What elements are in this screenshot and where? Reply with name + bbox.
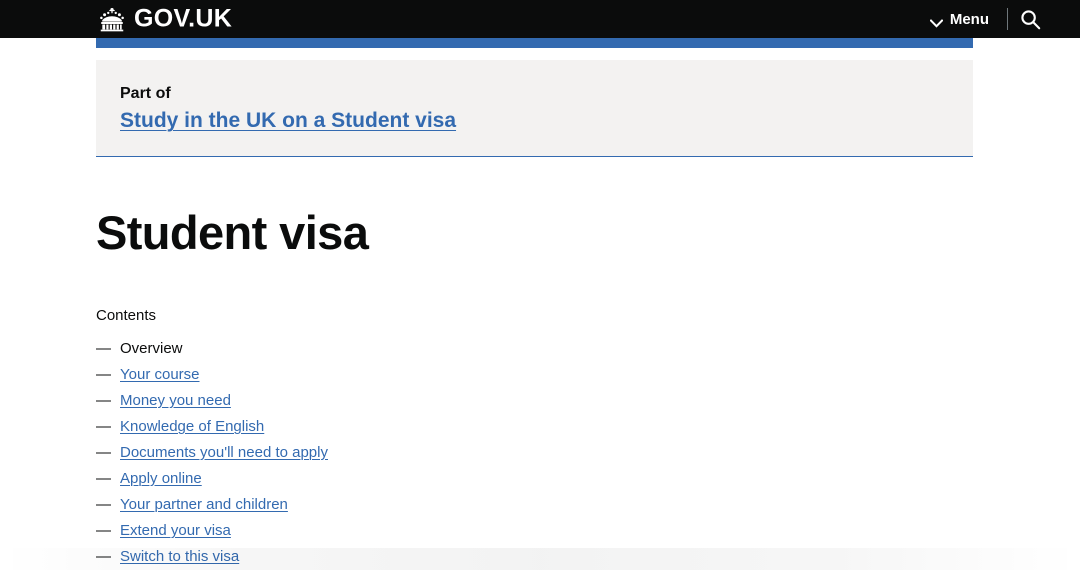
list-item[interactable]: Switch to this visa: [96, 544, 973, 570]
search-icon: [1020, 9, 1041, 30]
list-item[interactable]: Documents you'll need to apply: [96, 440, 973, 466]
list-item[interactable]: Your partner and children: [96, 492, 973, 518]
em-dash-icon: [96, 544, 120, 570]
list-item[interactable]: Your course: [96, 362, 973, 388]
list-item[interactable]: Knowledge of English: [96, 414, 973, 440]
contents-link[interactable]: Extend your visa: [120, 518, 231, 544]
em-dash-icon: [96, 518, 120, 544]
govuk-logo-link[interactable]: GOV.UK: [96, 4, 233, 33]
site-header: GOV.UK Menu: [0, 0, 1080, 38]
content-column: Part of Study in the UK on a Student vis…: [96, 60, 973, 570]
chevron-down-icon: [929, 15, 944, 28]
page-wrapper: Part of Study in the UK on a Student vis…: [0, 60, 1080, 570]
contents-current-item: Overview: [120, 339, 183, 357]
contents-navigation: Contents Overview Your courseMoney you ne…: [96, 258, 973, 570]
em-dash-icon: [96, 362, 120, 388]
part-of-panel: Part of Study in the UK on a Student vis…: [96, 60, 973, 158]
em-dash-icon: [96, 336, 120, 362]
menu-label: Menu: [949, 10, 989, 28]
brand-name: GOV.UK: [134, 4, 233, 33]
contents-label: Contents: [96, 306, 157, 324]
contents-link[interactable]: Knowledge of English: [120, 414, 264, 440]
list-item[interactable]: Extend your visa: [96, 518, 973, 544]
contents-link[interactable]: Your course: [120, 362, 200, 388]
header-inner: GOV.UK Menu: [0, 0, 1080, 38]
em-dash-icon: [96, 440, 120, 466]
contents-link[interactable]: Your partner and children: [120, 492, 288, 518]
list-item[interactable]: Money you need: [96, 388, 973, 414]
list-item[interactable]: Apply online: [96, 466, 973, 492]
contents-list: Overview Your courseMoney you needKnowled…: [96, 336, 973, 570]
crown-icon: [96, 7, 128, 32]
em-dash-icon: [96, 466, 120, 492]
search-button[interactable]: [1008, 0, 1052, 38]
contents-link[interactable]: Apply online: [120, 466, 202, 492]
contents-link[interactable]: Documents you'll need to apply: [120, 440, 328, 466]
contents-link[interactable]: Switch to this visa: [120, 544, 239, 570]
em-dash-icon: [96, 414, 120, 440]
header-controls: Menu: [924, 0, 1052, 38]
page-title: Student visa: [96, 206, 369, 260]
em-dash-icon: [96, 388, 120, 414]
part-of-label: Part of: [120, 85, 171, 102]
menu-toggle-button[interactable]: Menu: [924, 10, 1007, 29]
contents-link[interactable]: Money you need: [120, 388, 231, 414]
em-dash-icon: [96, 492, 120, 518]
part-of-link[interactable]: Study in the UK on a Student visa: [120, 108, 456, 134]
list-item: Overview: [96, 336, 973, 362]
accent-bar: [96, 38, 973, 48]
